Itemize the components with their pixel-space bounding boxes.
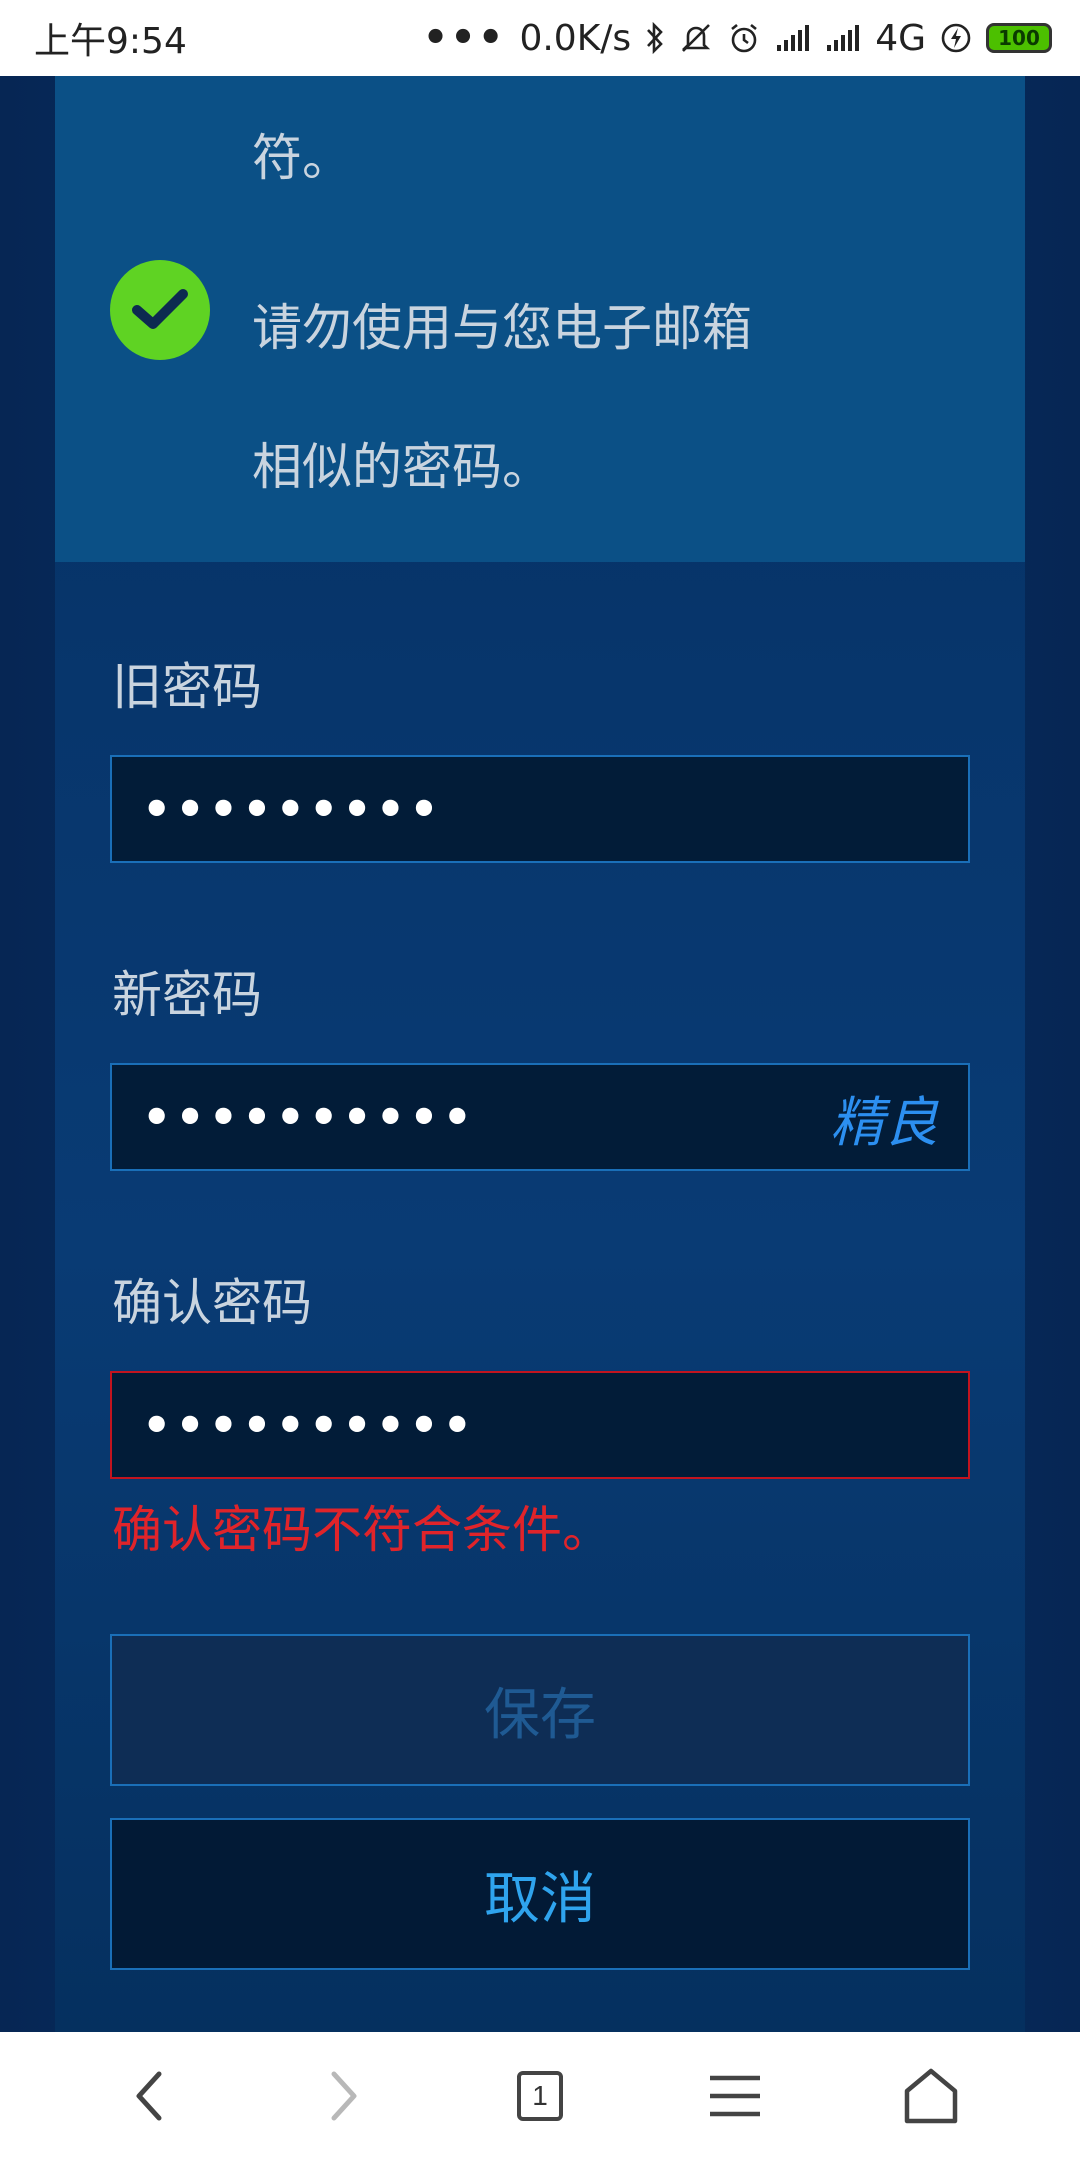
status-icons: ••• 0.0K/s 4G 100 xyxy=(423,15,1052,61)
status-time: 上午9:54 xyxy=(34,21,187,62)
password-strength-indicator: 精良 xyxy=(830,1090,938,1154)
alarm-icon xyxy=(731,23,757,53)
new-password-label: 新密码 xyxy=(112,966,262,1024)
old-password-field[interactable]: ••••••••• xyxy=(110,755,970,863)
tabs-icon: 1 xyxy=(517,2071,563,2121)
old-password-value: ••••••••• xyxy=(142,782,443,836)
battery-icon: 100 xyxy=(986,23,1052,53)
save-button[interactable]: 保存 xyxy=(110,1634,970,1786)
back-icon xyxy=(136,2071,162,2121)
more-dots: ••• xyxy=(422,15,506,61)
hint-line: 符。 xyxy=(252,129,352,187)
confirm-password-label: 确认密码 xyxy=(112,1274,312,1332)
signal-icon xyxy=(827,25,860,51)
menu-icon xyxy=(710,2075,760,2117)
hint-line: 相似的密码。 xyxy=(252,438,552,496)
confirm-password-error: 确认密码不符合条件。 xyxy=(112,1501,612,1559)
save-button-label: 保存 xyxy=(484,1682,596,1748)
check-icon xyxy=(110,260,210,360)
network-type: 4G xyxy=(875,17,926,59)
bluetooth-icon xyxy=(647,21,663,55)
charging-icon xyxy=(941,23,971,53)
tab-count: 1 xyxy=(532,2080,548,2111)
home-icon xyxy=(904,2068,958,2124)
battery-level: 100 xyxy=(998,26,1040,50)
status-bar: 上午9:54 ••• 0.0K/s 4G 100 xyxy=(0,0,1080,76)
cancel-button[interactable]: 取消 xyxy=(110,1818,970,1970)
cancel-button-label: 取消 xyxy=(484,1866,596,1932)
old-password-label: 旧密码 xyxy=(112,658,262,716)
new-password-field[interactable]: •••••••••• 精良 xyxy=(110,1063,970,1171)
confirm-password-field[interactable]: •••••••••• xyxy=(110,1371,970,1479)
bottom-nav: 1 xyxy=(0,2032,1080,2160)
hint-line: 请勿使用与您电子邮箱 xyxy=(252,299,752,357)
back-button[interactable] xyxy=(89,2032,209,2160)
network-speed: 0.0K/s xyxy=(519,17,632,59)
confirm-password-value: •••••••••• xyxy=(142,1398,477,1452)
home-button[interactable] xyxy=(871,2032,991,2160)
mute-icon xyxy=(682,24,711,52)
new-password-value: •••••••••• xyxy=(142,1090,477,1144)
forward-icon xyxy=(331,2071,357,2121)
tabs-button[interactable]: 1 xyxy=(480,2032,600,2160)
signal-icon xyxy=(777,25,810,51)
forward-button[interactable] xyxy=(284,2032,404,2160)
menu-button[interactable] xyxy=(675,2032,795,2160)
